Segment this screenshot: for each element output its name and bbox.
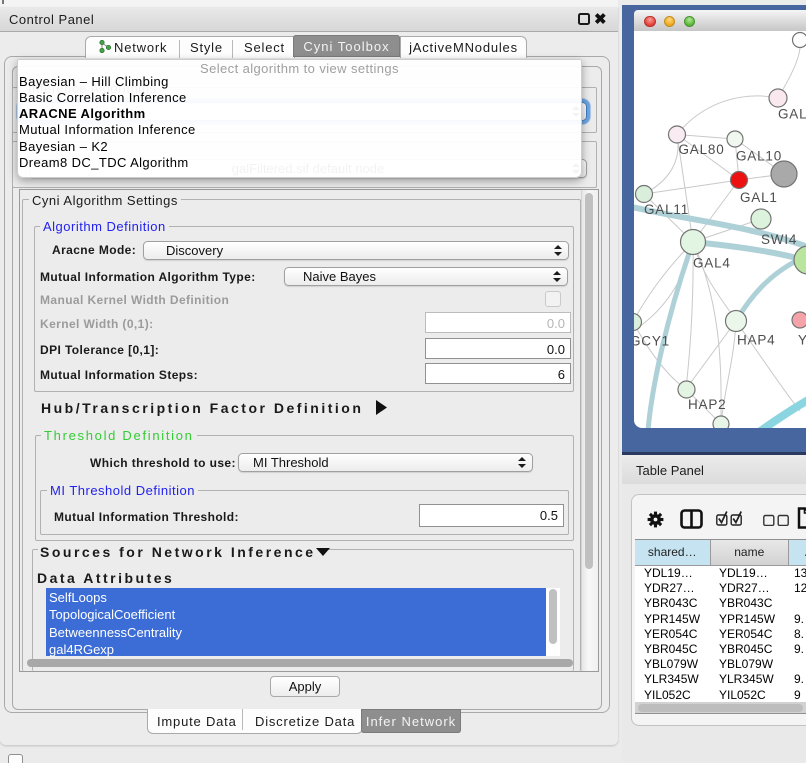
svg-text:GAL4: GAL4 <box>693 256 731 271</box>
svg-text:SWI4: SWI4 <box>761 232 797 247</box>
svg-text:GAL80: GAL80 <box>679 142 725 157</box>
svg-text:GAL: GAL <box>778 107 806 122</box>
svg-text:GAL10: GAL10 <box>736 149 782 164</box>
svg-text:HAP4: HAP4 <box>737 333 775 348</box>
svg-text:GAL1: GAL1 <box>740 190 778 205</box>
svg-text:GCY1: GCY1 <box>634 334 670 349</box>
svg-text:GAL11: GAL11 <box>644 202 689 217</box>
svg-text:HAP2: HAP2 <box>688 397 726 412</box>
svg-text:Y: Y <box>798 333 806 348</box>
